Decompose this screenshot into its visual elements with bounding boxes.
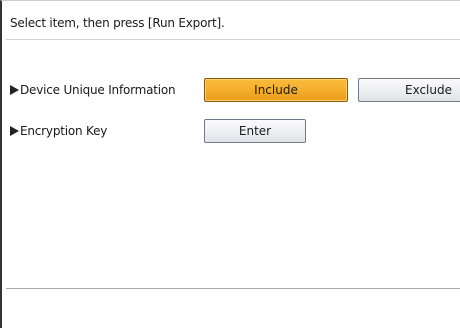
encryption-key-row: Encryption Key: [10, 119, 107, 143]
device-unique-information-label-text: Device Unique Information: [20, 83, 176, 97]
encryption-key-label-text: Encryption Key: [20, 124, 108, 138]
exclude-button[interactable]: Exclude: [358, 78, 460, 102]
triangle-arrow-icon: [10, 85, 19, 95]
exclude-button-label: Exclude: [404, 83, 452, 97]
include-button-label: Include: [254, 83, 298, 97]
enter-encryption-key-button[interactable]: Enter: [204, 119, 306, 143]
enter-button-label: Enter: [238, 124, 272, 138]
device-unique-information-row: Device Unique Information: [10, 78, 176, 102]
triangle-arrow-icon: [10, 126, 19, 136]
device-unique-information-label: Device Unique Information: [10, 83, 176, 97]
header-divider: [6, 39, 460, 40]
export-settings-screen: Select item, then press [Run Export]. De…: [0, 0, 460, 328]
include-button[interactable]: Include: [204, 78, 348, 102]
instruction-text: Select item, then press [Run Export].: [10, 16, 225, 30]
footer-divider: [6, 288, 460, 289]
encryption-key-label: Encryption Key: [10, 124, 107, 138]
